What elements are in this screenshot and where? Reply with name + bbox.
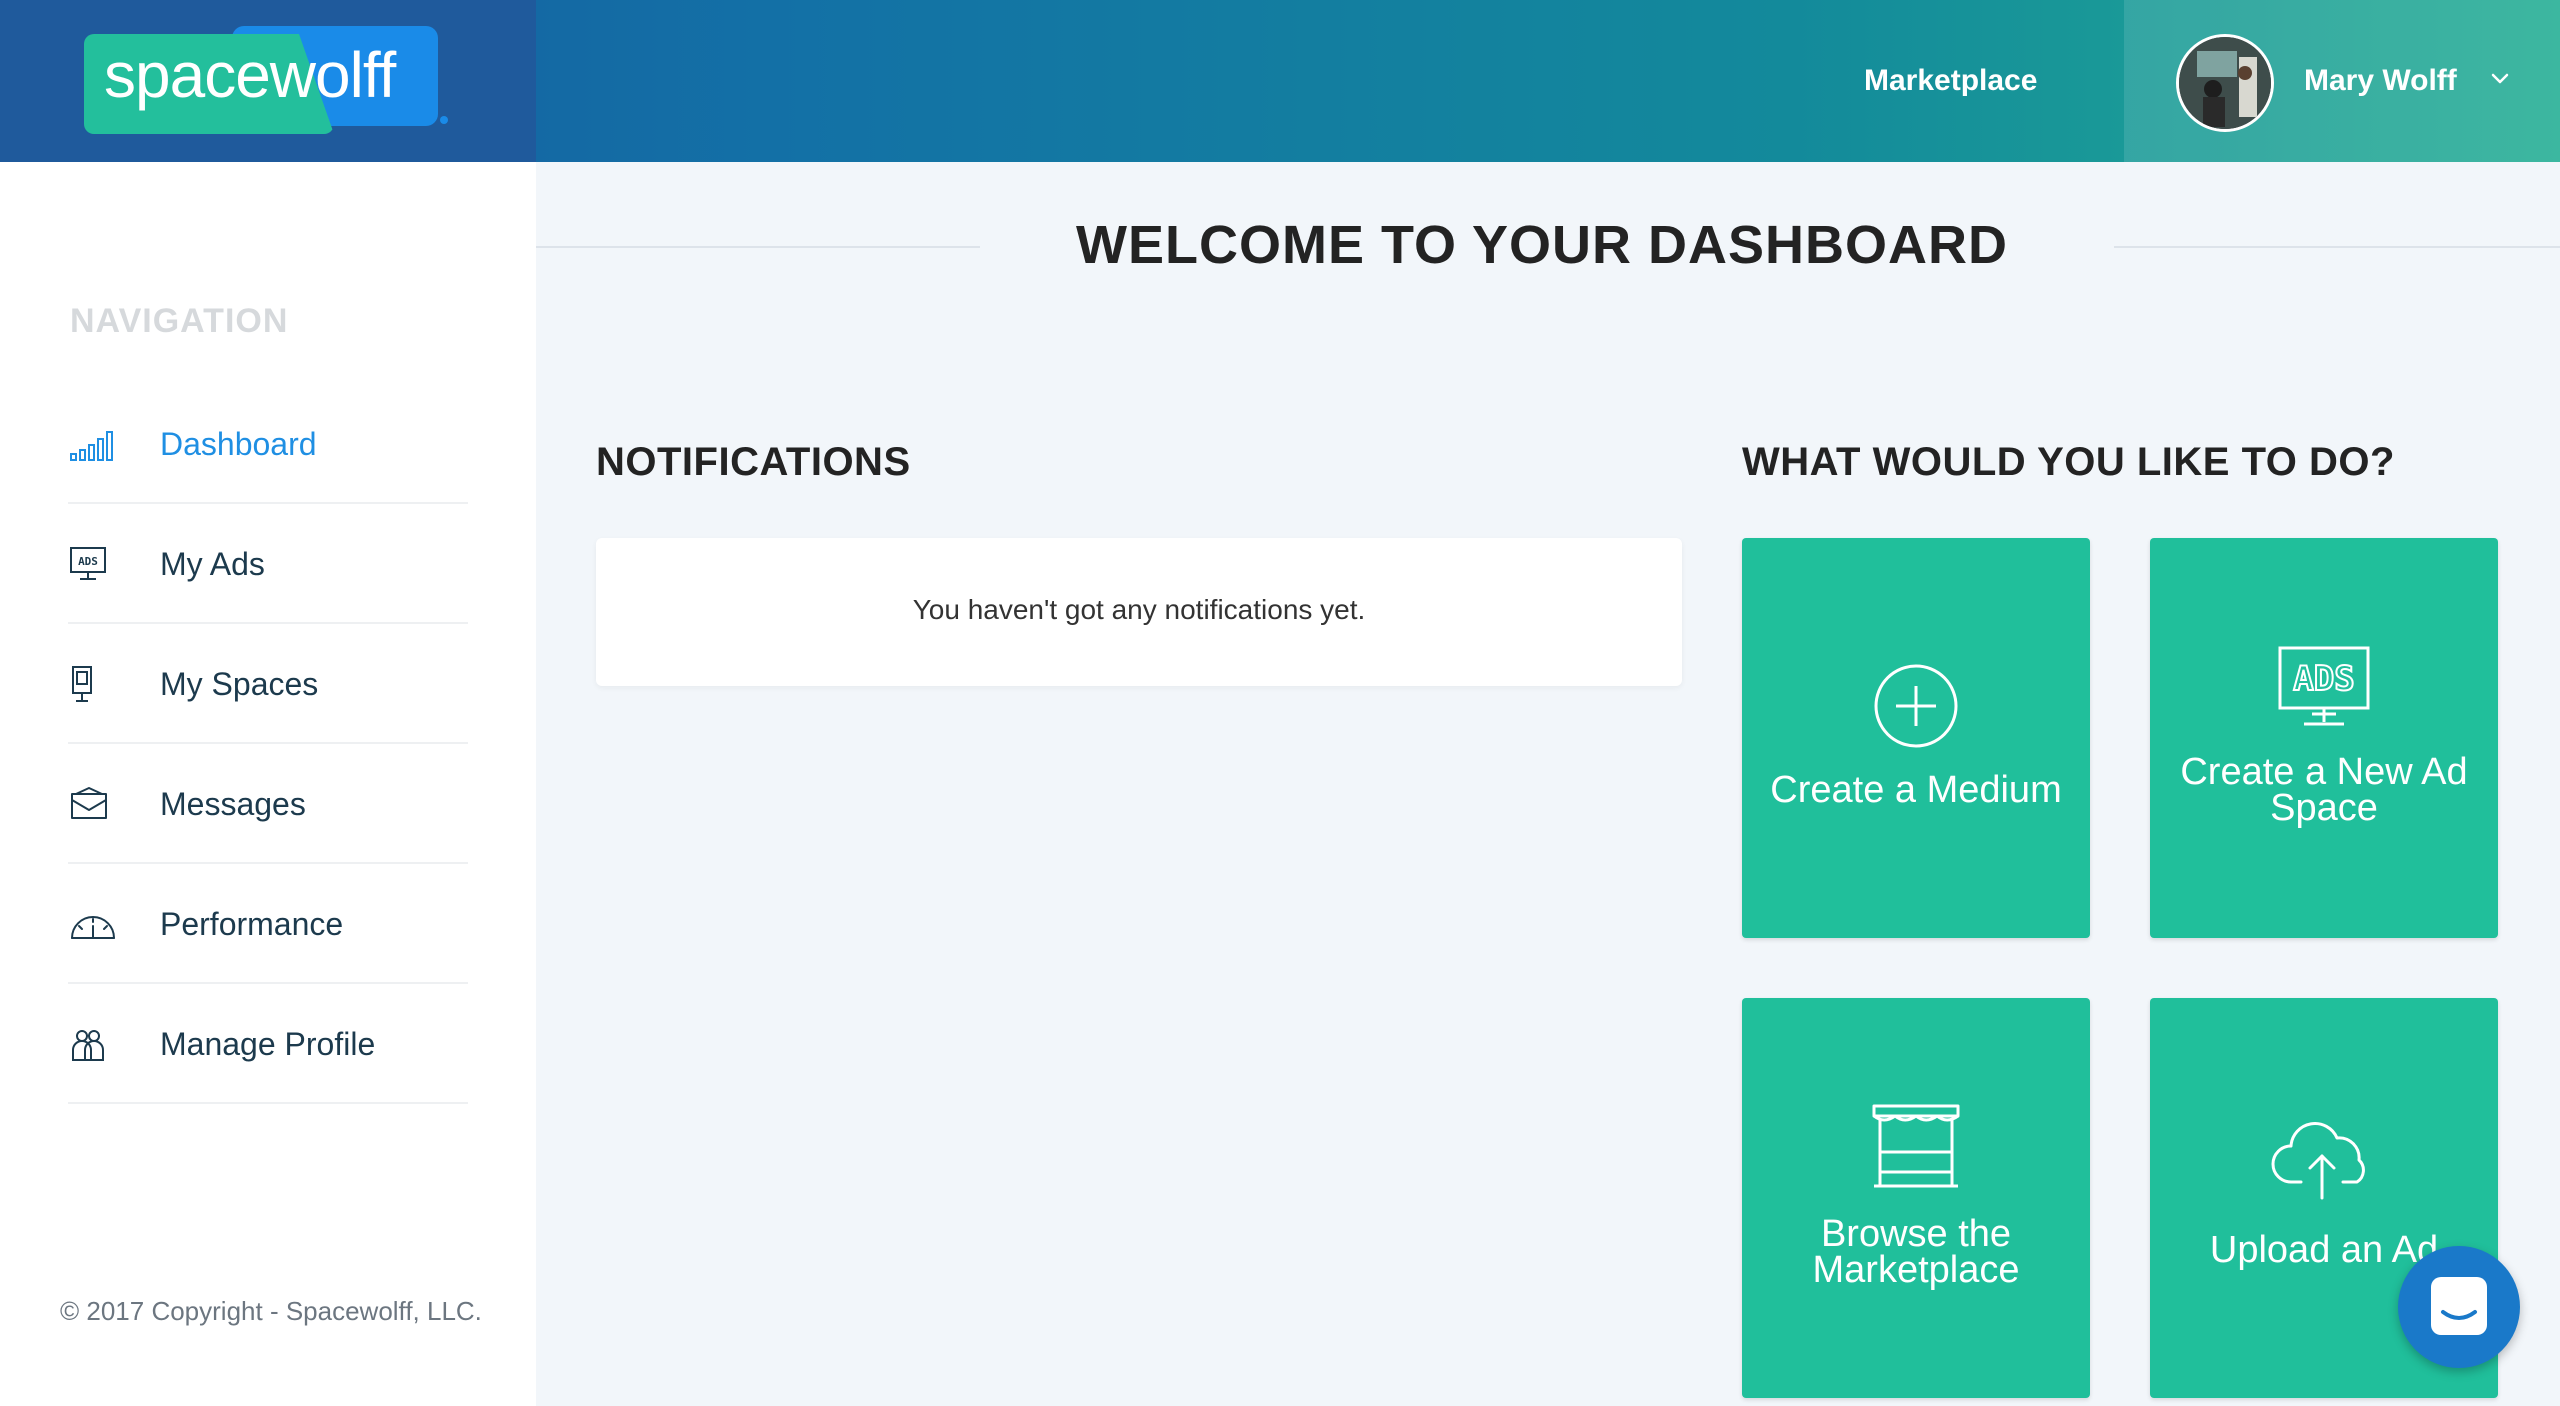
market-stall-icon bbox=[1872, 1104, 1960, 1188]
bar-chart-icon bbox=[70, 431, 113, 461]
svg-text:ADS: ADS bbox=[2293, 659, 2354, 699]
tile-label: Create a New Ad Space bbox=[2180, 751, 2468, 829]
nav-heading: NAVIGATION bbox=[70, 302, 289, 340]
cloud-upload-icon bbox=[2271, 1121, 2365, 1200]
logo-text: spacewolff bbox=[104, 39, 396, 111]
chat-launcher-button[interactable] bbox=[2398, 1246, 2520, 1368]
sidebar: NAVIGATION Dashboard ADS My Ads My Space… bbox=[0, 162, 536, 1406]
sidebar-item-label: My Spaces bbox=[160, 666, 319, 702]
sidebar-item-label: Manage Profile bbox=[160, 1026, 376, 1062]
copyright-text: © 2017 Copyright - Spacewolff, LLC. bbox=[60, 1296, 482, 1326]
sidebar-item-performance[interactable]: Performance bbox=[68, 864, 468, 984]
sidebar-item-my-ads[interactable]: ADS My Ads bbox=[68, 504, 468, 624]
notifications-card: You haven't got any notifications yet. bbox=[596, 538, 1682, 686]
tile-label: Browse the Marketplace bbox=[1812, 1213, 2020, 1291]
sidebar-item-label: Dashboard bbox=[160, 426, 317, 462]
notifications-empty-text: You haven't got any notifications yet. bbox=[912, 594, 1366, 625]
logo-dot bbox=[440, 116, 448, 124]
users-icon bbox=[72, 1030, 104, 1061]
ads-monitor-icon: ADS bbox=[2278, 646, 2370, 726]
chevron-down-icon[interactable] bbox=[2486, 64, 2514, 92]
user-menu[interactable]: Mary Wolff bbox=[2124, 0, 2560, 162]
chat-icon bbox=[2431, 1277, 2487, 1335]
top-header: spacewolff Marketplace Mary Wolff bbox=[0, 0, 2560, 162]
sidebar-item-my-spaces[interactable]: My Spaces bbox=[68, 624, 468, 744]
logo-area[interactable]: spacewolff bbox=[0, 0, 536, 162]
plus-circle-icon bbox=[1874, 664, 1958, 748]
sidebar-item-label: My Ads bbox=[160, 546, 265, 582]
divider-right bbox=[2114, 246, 2560, 248]
billboard-icon bbox=[72, 666, 92, 702]
sidebar-item-label: Performance bbox=[160, 906, 344, 942]
avatar-photo-icon bbox=[2179, 37, 2271, 129]
marketplace-link[interactable]: Marketplace bbox=[1864, 64, 2037, 98]
divider-left bbox=[536, 246, 980, 248]
actions-title: WHAT WOULD YOU LIKE TO DO? bbox=[1742, 440, 2395, 484]
tile-label: Create a Medium bbox=[1770, 769, 2062, 811]
avatar[interactable] bbox=[2176, 34, 2274, 132]
ads-monitor-icon: ADS bbox=[70, 547, 106, 580]
page-title: WELCOME TO YOUR DASHBOARD bbox=[1076, 215, 2009, 275]
create-medium-tile[interactable]: Create a Medium bbox=[1742, 538, 2090, 938]
user-name: Mary Wolff bbox=[2304, 64, 2457, 97]
create-ad-space-tile[interactable]: ADS Create a New Ad Space bbox=[2150, 538, 2498, 938]
nav-list: Dashboard ADS My Ads My Spaces Messages … bbox=[68, 384, 468, 1104]
sidebar-item-label: Messages bbox=[160, 786, 306, 822]
svg-text:ADS: ADS bbox=[78, 555, 98, 568]
sidebar-item-dashboard[interactable]: Dashboard bbox=[68, 384, 468, 504]
notifications-title: NOTIFICATIONS bbox=[596, 440, 911, 484]
envelope-icon bbox=[71, 787, 107, 819]
speedometer-icon bbox=[71, 916, 115, 939]
sidebar-item-manage-profile[interactable]: Manage Profile bbox=[68, 984, 468, 1104]
sidebar-item-messages[interactable]: Messages bbox=[68, 744, 468, 864]
browse-marketplace-tile[interactable]: Browse the Marketplace bbox=[1742, 998, 2090, 1398]
